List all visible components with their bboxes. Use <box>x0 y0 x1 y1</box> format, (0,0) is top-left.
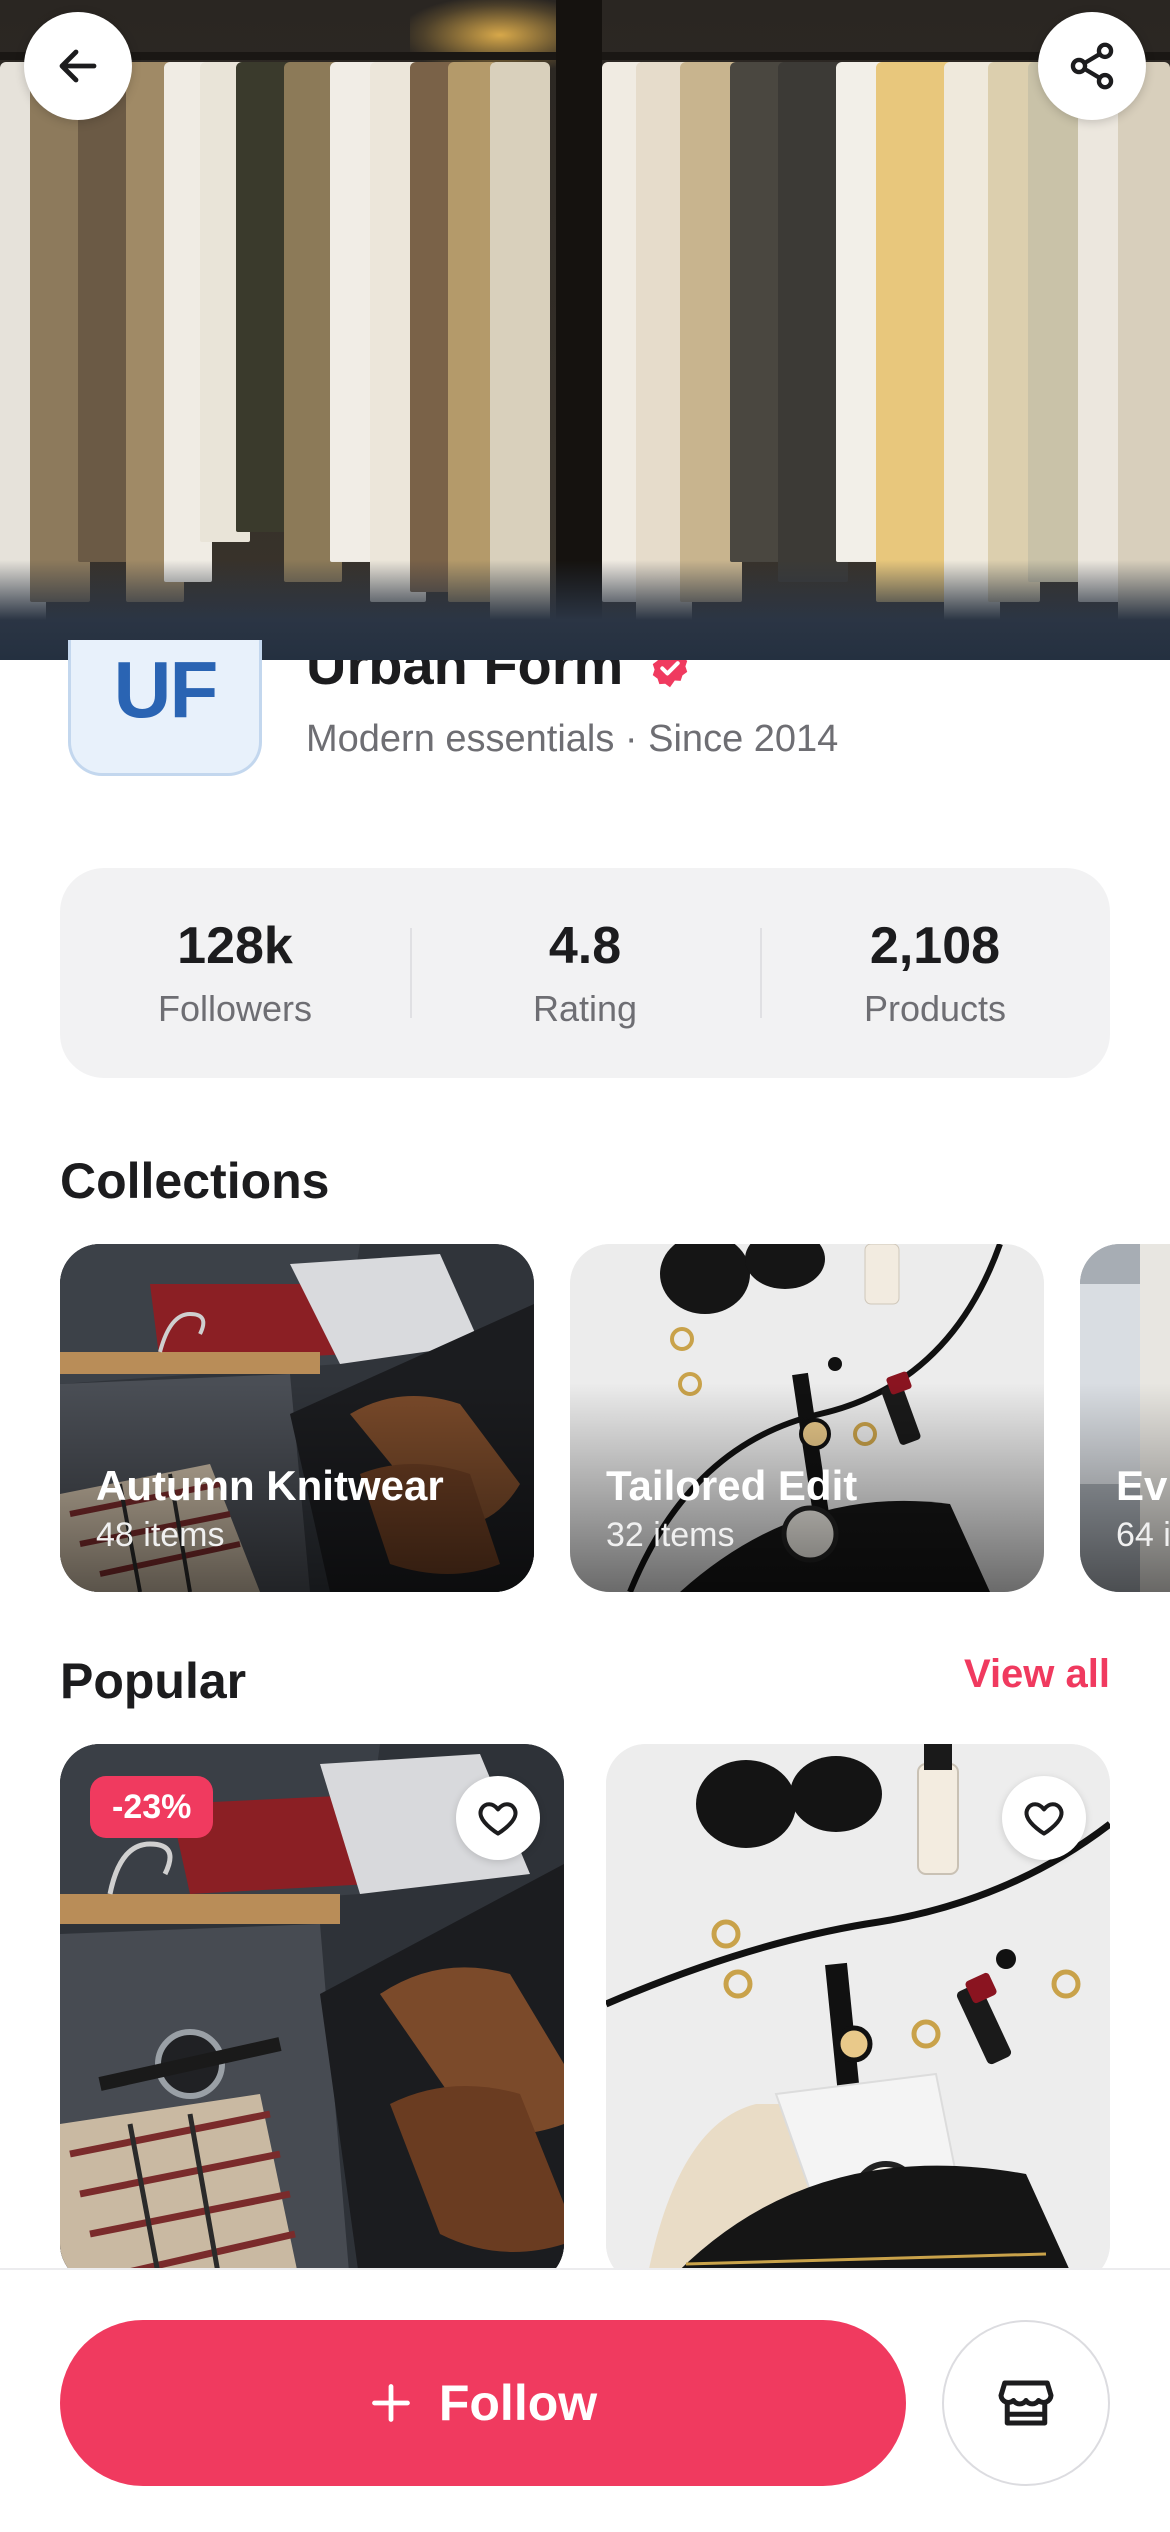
stat-value: 2,108 <box>869 917 1001 975</box>
heart-outline-icon <box>478 1802 518 1836</box>
verified-badge-icon <box>652 660 688 688</box>
brand-name-row: Urban Form <box>306 660 906 700</box>
favorite-button[interactable] <box>456 1776 540 1860</box>
arrow-left-icon <box>59 49 97 83</box>
heart-outline-icon <box>1024 1802 1064 1836</box>
view-all-link[interactable]: View all <box>964 1652 1110 1697</box>
collection-count: 48 items <box>96 1516 225 1554</box>
follow-label: Follow <box>438 2375 598 2431</box>
hero-image <box>0 0 1170 660</box>
brand-tagline: Modern essentials · Since 2014 <box>306 718 839 760</box>
collection-title: Ev <box>1116 1462 1168 1509</box>
stat-label: Rating <box>532 988 638 1029</box>
stat-products: 2,108 Products <box>760 868 1110 1078</box>
discount-badge: -23% <box>90 1776 214 1838</box>
collection-count: 32 items <box>606 1516 735 1554</box>
bottom-action-bar: Follow <box>0 2268 1170 2532</box>
brand-name: Urban Form <box>306 660 624 696</box>
stat-value: 128k <box>177 917 293 975</box>
stat-followers: 128k Followers <box>60 868 410 1078</box>
favorite-button[interactable] <box>1002 1776 1086 1860</box>
collection-card-3[interactable]: Ev 64 i <box>1080 1244 1170 1592</box>
collection-title: Tailored Edit <box>606 1462 858 1509</box>
collections-carousel[interactable]: Autumn Knitwear 48 items Tailored Edit 3… <box>0 1244 1170 1592</box>
collection-card-autumn-knitwear[interactable]: Autumn Knitwear 48 items <box>60 1244 534 1592</box>
plus-icon <box>371 2384 410 2422</box>
collection-count: 64 i <box>1116 1516 1170 1554</box>
back-button[interactable] <box>24 12 132 120</box>
brand-logo: UF <box>68 640 262 776</box>
collection-card-tailored-edit[interactable]: Tailored Edit 32 items <box>570 1244 1044 1592</box>
product-card[interactable]: -23% <box>60 1744 564 2284</box>
share-icon <box>1070 42 1114 90</box>
brand-logo-text: UF <box>113 645 219 734</box>
follow-button[interactable]: Follow <box>60 2320 906 2486</box>
stat-rating: 4.8 Rating <box>410 868 760 1078</box>
collection-title: Autumn Knitwear <box>96 1462 444 1509</box>
product-card[interactable] <box>606 1744 1110 2284</box>
stat-label: Followers <box>157 988 313 1029</box>
stat-label: Products <box>863 988 1007 1029</box>
stat-value: 4.8 <box>548 917 622 975</box>
storefront-icon <box>998 2380 1054 2426</box>
collections-title: Collections <box>60 1153 330 1209</box>
popular-title: Popular <box>60 1653 247 1709</box>
share-button[interactable] <box>1038 12 1146 120</box>
stats-card: 128k Followers 4.8 Rating 2,108 Products <box>60 868 1110 1078</box>
store-button[interactable] <box>942 2320 1110 2486</box>
